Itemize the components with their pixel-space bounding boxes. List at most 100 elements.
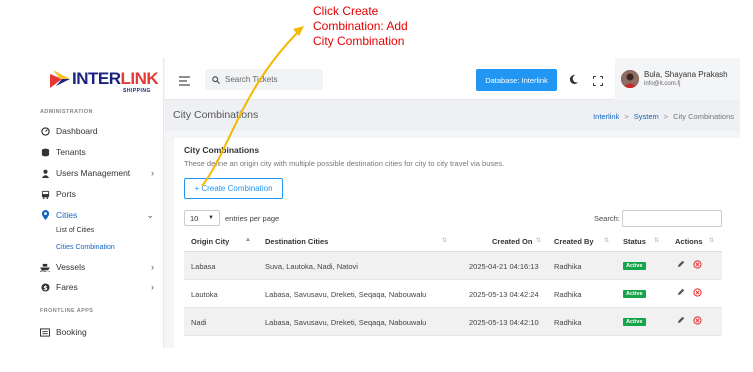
cell-created-on: 2025-04-21 04:16:13 (469, 262, 539, 271)
brand-name-a: INTER (72, 69, 121, 88)
logo-mark-icon (50, 70, 70, 88)
breadcrumb-separator: > (624, 112, 629, 121)
sort-icon[interactable]: ⇅ (442, 237, 447, 244)
breadcrumb-link-system[interactable]: System (634, 112, 659, 121)
database-icon (40, 147, 50, 157)
column-header-created-on[interactable]: Created On (492, 237, 532, 246)
sidebar-item-label: Dashboard (56, 126, 98, 136)
chevron-right-icon: › (151, 168, 154, 178)
sidebar-item-booking[interactable]: Booking (40, 324, 158, 340)
breadcrumb-link-interlink[interactable]: Interlink (593, 112, 619, 121)
delete-icon[interactable] (693, 316, 702, 327)
chevron-down-icon: ⌄ (146, 209, 154, 220)
map-pin-icon (40, 210, 50, 220)
sidebar-item-fares[interactable]: $ Fares › (40, 279, 158, 295)
page-title: City Combinations (173, 109, 259, 121)
sidebar: INTERLINK SHIPPING ADMINISTRATION Dashbo… (28, 58, 164, 348)
chevron-right-icon: › (151, 262, 154, 272)
edit-icon[interactable] (677, 316, 685, 326)
user-profile-menu[interactable]: Bula, Shayana Prakash info@it.com.fj (615, 58, 740, 100)
sort-icon[interactable]: ⇅ (604, 237, 609, 244)
cell-destination-cities: Suva, Lautoka, Nadi, Natovi (265, 262, 358, 271)
avatar (621, 70, 639, 88)
app-window: INTERLINK SHIPPING ADMINISTRATION Dashbo… (28, 58, 740, 348)
card-title: City Combinations (184, 145, 260, 155)
sidebar-item-vessels[interactable]: Vessels › (40, 259, 158, 275)
database-selector-button[interactable]: Database: Interlink (476, 69, 557, 91)
svg-text:$: $ (43, 285, 47, 292)
user-icon (40, 168, 50, 178)
sort-icon[interactable]: ⇅ (536, 237, 541, 244)
page-length-select[interactable]: 10 ▼ (184, 210, 220, 226)
breadcrumb: Interlink > System > City Combinations (593, 112, 734, 121)
cell-created-by: Radhika (554, 262, 582, 271)
sidebar-item-label: Fares (56, 282, 78, 292)
sidebar-item-label: Vessels (56, 262, 86, 272)
table-row: Labasa Suva, Lautoka, Nadi, Natovi 2025-… (184, 252, 722, 280)
user-email: info@it.com.fj (644, 81, 681, 87)
create-combination-button[interactable]: + Create Combination (184, 178, 283, 199)
table-row: Lautoka Labasa, Savusavu, Dreketi, Seqaq… (184, 280, 722, 308)
delete-icon[interactable] (693, 288, 702, 299)
cell-created-on: 2025-05-13 04:42:24 (469, 290, 539, 299)
cell-created-on: 2025-05-13 04:42:10 (469, 318, 539, 327)
column-header-origin-city[interactable]: Origin City (191, 237, 229, 246)
search-tickets-input[interactable]: Search Tickets (205, 69, 323, 90)
cell-created-by: Radhika (554, 290, 582, 299)
search-placeholder: Search Tickets (225, 75, 278, 84)
brand-name-b: LINK (120, 69, 159, 88)
table-search-label: Search: (594, 214, 620, 223)
sidebar-subitem-list-of-cities[interactable]: List of Cities (56, 227, 94, 234)
section-label-administration: ADMINISTRATION (40, 109, 93, 115)
hamburger-menu-icon[interactable] (179, 73, 190, 91)
sidebar-item-cities[interactable]: Cities ⌄ (40, 207, 158, 223)
entries-per-page-label: entries per page (225, 214, 280, 223)
card-description: These define an origin city with multipl… (184, 159, 505, 168)
sidebar-item-tenants[interactable]: Tenants (40, 144, 158, 160)
search-icon (212, 75, 220, 84)
sidebar-item-ports[interactable]: Ports (40, 186, 158, 202)
sidebar-item-dashboard[interactable]: Dashboard (40, 123, 158, 139)
edit-icon[interactable] (677, 260, 685, 270)
fullscreen-icon[interactable] (592, 73, 604, 91)
sort-asc-icon[interactable]: ▲ (245, 237, 251, 243)
brand-logo[interactable]: INTERLINK SHIPPING (50, 66, 159, 96)
table-header: Origin City ▲ Destination Cities ⇅ Creat… (184, 230, 722, 252)
cell-destination-cities: Labasa, Savusavu, Dreketi, Seqaqa, Nabou… (265, 290, 427, 299)
table-row: Nadi Labasa, Savusavu, Dreketi, Seqaqa, … (184, 308, 722, 336)
status-badge: Active (623, 318, 646, 326)
brand-tagline: SHIPPING (123, 88, 151, 94)
sidebar-subitem-cities-combination[interactable]: Cities Combination (56, 244, 115, 251)
status-badge: Active (623, 290, 646, 298)
chevron-down-icon: ▼ (208, 215, 214, 221)
sidebar-item-label: Booking (56, 327, 87, 337)
column-header-destination-cities[interactable]: Destination Cities (265, 237, 328, 246)
sidebar-item-label: Tenants (56, 147, 86, 157)
table-search-input[interactable] (622, 210, 722, 227)
bus-icon (40, 189, 50, 199)
chevron-right-icon: › (151, 282, 154, 292)
column-header-created-by[interactable]: Created By (554, 237, 594, 246)
column-header-status[interactable]: Status (623, 237, 646, 246)
edit-icon[interactable] (677, 288, 685, 298)
sidebar-item-label: Cities (56, 210, 78, 220)
speedometer-icon (40, 126, 50, 136)
cell-created-by: Radhika (554, 318, 582, 327)
sort-icon[interactable]: ⇅ (654, 237, 659, 244)
cell-origin-city: Labasa (191, 262, 216, 271)
dollar-icon: $ (40, 282, 50, 292)
city-combinations-card: City Combinations These define an origin… (174, 138, 740, 348)
user-name: Bula, Shayana Prakash (644, 70, 728, 79)
section-label-frontline-apps: FRONTLINE APPS (40, 308, 94, 314)
breadcrumb-separator: > (663, 112, 669, 121)
sort-icon[interactable]: ⇅ (709, 237, 714, 244)
dark-mode-toggle-icon[interactable] (568, 72, 579, 90)
brand-wordmark: INTERLINK (72, 69, 159, 89)
page-length-value: 10 (190, 213, 199, 223)
sidebar-item-users-management[interactable]: Users Management › (40, 165, 158, 181)
annotation-text: Click Create Combination: Add City Combi… (313, 4, 408, 48)
breadcrumb-current: City Combinations (673, 112, 734, 121)
status-badge: Active (623, 262, 646, 270)
sidebar-item-label: Ports (56, 189, 76, 199)
delete-icon[interactable] (693, 260, 702, 271)
